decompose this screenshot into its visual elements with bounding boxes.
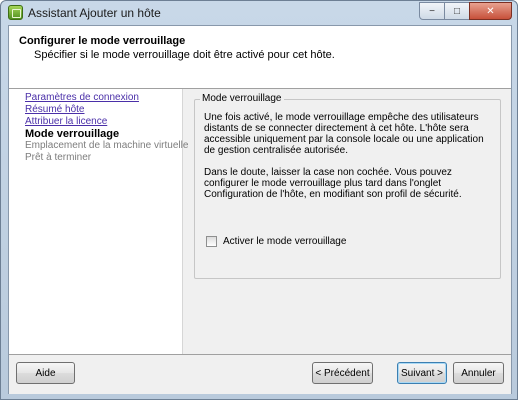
wizard-window: Assistant Ajouter un hôte − □ ✕ Configur…: [0, 0, 518, 400]
cancel-button[interactable]: Annuler: [453, 362, 504, 384]
wizard-steps-nav: Paramètres de connexion Résumé hôte Attr…: [9, 89, 189, 354]
minimize-icon: −: [429, 5, 435, 17]
groupbox-legend: Mode verrouillage: [200, 93, 284, 104]
close-button[interactable]: ✕: [469, 2, 512, 20]
description-paragraph-2: Dans le doute, laisser la case non coché…: [204, 167, 462, 200]
step-host-summary[interactable]: Résumé hôte: [9, 104, 182, 116]
lockdown-groupbox: Mode verrouillage Une fois activé, le mo…: [194, 93, 501, 279]
window-title: Assistant Ajouter un hôte: [28, 6, 161, 20]
step-lockdown-mode: Mode verrouillage: [25, 128, 120, 140]
previous-button[interactable]: < Précédent: [312, 362, 373, 384]
close-icon: ✕: [486, 5, 495, 17]
page-subtitle: Spécifier si le mode verrouillage doit ê…: [34, 49, 335, 61]
wizard-content: Mode verrouillage Une fois activé, le mo…: [184, 89, 511, 354]
page-title: Configurer le mode verrouillage: [19, 35, 186, 47]
step-ready-to-complete: Prêt à terminer: [25, 152, 92, 163]
window-controls: − □ ✕: [419, 2, 512, 21]
lockdown-checkbox-label[interactable]: Activer le mode verrouillage: [223, 236, 346, 247]
lockdown-checkbox-row[interactable]: Activer le mode verrouillage: [206, 236, 346, 247]
wizard-footer: Aide < Précédent Suivant > Annuler: [9, 354, 511, 394]
next-button[interactable]: Suivant >: [397, 362, 447, 384]
lockdown-checkbox[interactable]: [206, 236, 217, 247]
wizard-client-area: Configurer le mode verrouillage Spécifie…: [8, 25, 512, 394]
help-button[interactable]: Aide: [16, 362, 75, 384]
step-assign-license[interactable]: Attribuer la licence: [9, 116, 182, 128]
wizard-header: Configurer le mode verrouillage Spécifie…: [9, 26, 511, 89]
groupbox-description: Une fois activé, le mode verrouillage em…: [204, 112, 494, 211]
step-vm-location: Emplacement de la machine virtuelle: [25, 140, 189, 151]
app-icon: [8, 5, 23, 20]
minimize-button[interactable]: −: [419, 2, 445, 20]
description-paragraph-1: Une fois activé, le mode verrouillage em…: [204, 112, 484, 156]
step-connection-settings[interactable]: Paramètres de connexion: [9, 92, 182, 104]
maximize-icon: □: [453, 5, 461, 17]
title-bar[interactable]: Assistant Ajouter un hôte − □ ✕: [1, 1, 517, 25]
maximize-button[interactable]: □: [444, 2, 470, 20]
